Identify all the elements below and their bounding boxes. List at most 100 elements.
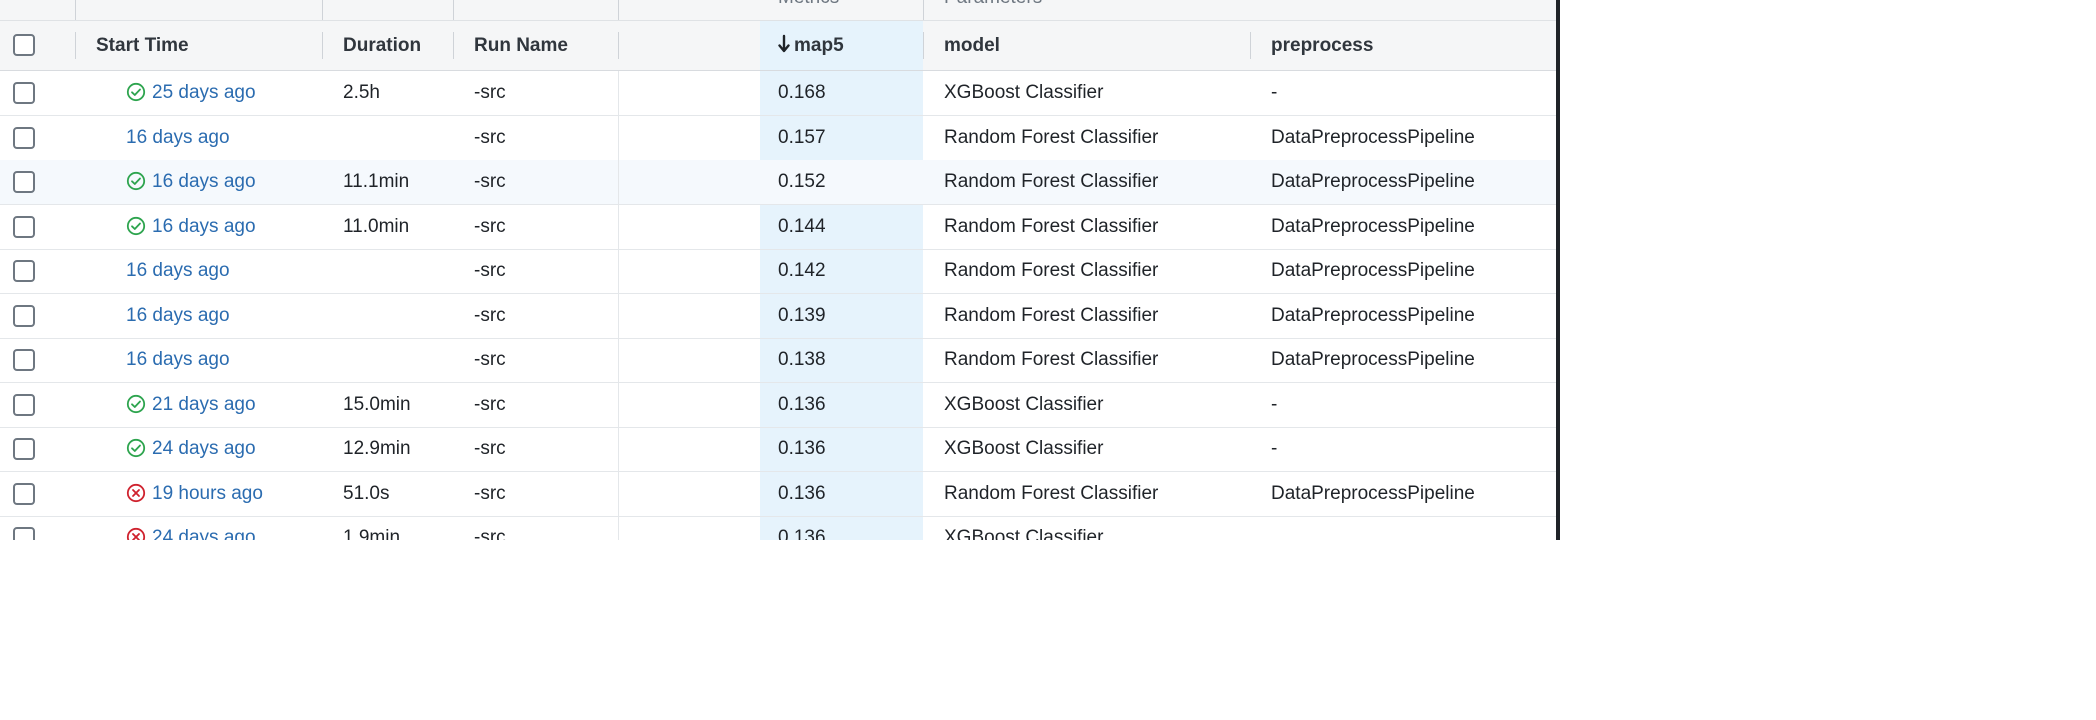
table-row[interactable]: 21 days ago 15.0min -src 0.136 XGBoost Class… [0,383,1556,428]
table-row[interactable]: 19 hours ago 51.0s -src 0.136 Random Forest … [0,472,1556,517]
start-time-text: 16 days ago [126,349,230,370]
map5-cell: 0.157 [778,126,826,148]
run-name-cell[interactable]: -src [474,472,506,516]
table-row[interactable]: 24 days ago 1.9min -src 0.136 XGBoost Classi… [0,516,1556,540]
runs-table: Metrics Parameters Start Time Duration R… [0,0,1560,540]
run-name-cell[interactable]: -src [474,249,506,293]
table-row[interactable]: 24 days ago 12.9min -src 0.136 XGBoost Class… [0,427,1556,472]
preprocess-cell: DataPreprocessPipeline [1271,349,1475,370]
column-header-run-name[interactable]: Run Name [474,21,568,70]
table-row[interactable]: 16 days ago -src 0.138 Random Forest Classi… [0,338,1556,383]
start-time-text: 16 days ago [126,260,230,281]
row-select-checkbox[interactable] [13,349,35,371]
map5-cell: 0.136 [778,393,826,415]
preprocess-cell: - [1271,82,1278,103]
column-resize-handle[interactable] [923,32,924,59]
map5-cell: 0.144 [778,215,826,237]
start-time-text: 24 days ago [152,527,256,540]
column-header-start-time[interactable]: Start Time [96,21,189,70]
column-divider [618,0,619,20]
start-time-text: 25 days ago [152,82,256,103]
start-time-link[interactable]: 16 days ago [126,205,256,249]
run-name-cell[interactable]: -src [474,383,506,427]
model-cell: Random Forest Classifier [944,349,1159,370]
row-select-checkbox[interactable] [13,82,35,104]
table-row[interactable]: 16 days ago -src 0.139 Random Forest Classi… [0,294,1556,339]
parameters-group-label: Parameters [944,0,1042,9]
x-circle-icon [126,476,146,502]
row-select-checkbox[interactable] [13,304,35,327]
column-divider [322,0,323,20]
table-row[interactable]: 16 days ago 11.0min -src 0.144 Random Forest… [0,205,1556,250]
start-time-link[interactable]: 16 days ago [126,249,230,293]
check-circle-icon [126,431,146,458]
duration-cell: 11.0min [343,215,410,237]
preprocess-cell: DataPreprocessPipeline [1271,304,1475,326]
table-row[interactable]: 16 days ago -src 0.142 Random Forest Classi… [0,249,1556,294]
preprocess-cell: DataPreprocessPipeline [1271,171,1475,192]
run-name-cell[interactable]: -src [474,71,506,115]
row-select-checkbox[interactable] [13,126,35,149]
select-all-checkbox[interactable] [13,34,35,56]
row-select-checkbox[interactable] [13,260,35,282]
column-divider [923,0,924,20]
check-circle-icon [126,164,146,191]
duration-cell: 15.0min [343,393,411,415]
duration-cell: 11.1min [343,171,410,192]
start-time-text: 16 days ago [126,126,230,148]
column-header-duration[interactable]: Duration [343,21,421,70]
start-time-text: 24 days ago [152,438,256,459]
column-divider [75,0,76,20]
preprocess-cell: DataPreprocessPipeline [1271,260,1475,281]
table-header: Start Time Duration Run Name map5 model … [0,21,1556,71]
run-name-cell[interactable]: -src [474,160,506,204]
arrow-down-icon [778,24,790,73]
run-name-cell[interactable]: -src [474,205,506,249]
row-select-checkbox[interactable] [13,171,35,193]
run-name-cell[interactable]: -src [474,427,506,471]
check-circle-icon [126,209,146,235]
map5-cell: 0.138 [778,349,826,370]
row-select-checkbox[interactable] [13,438,35,460]
preprocess-cell: - [1271,393,1278,415]
start-time-link[interactable]: 25 days ago [126,71,256,115]
column-resize-handle[interactable] [1250,32,1251,59]
start-time-link[interactable]: 16 days ago [126,160,256,204]
column-resize-handle[interactable] [75,32,76,59]
start-time-link[interactable]: 16 days ago [126,294,230,338]
start-time-link[interactable]: 16 days ago [126,338,230,382]
column-header-model[interactable]: model [944,21,1000,70]
start-time-link[interactable]: 24 days ago [126,427,256,471]
start-time-text: 16 days ago [152,215,256,237]
column-resize-handle[interactable] [322,32,323,59]
start-time-link[interactable]: 16 days ago [126,116,230,160]
model-cell: XGBoost Classifier [944,393,1104,415]
x-circle-icon [126,520,146,540]
run-name-cell[interactable]: -src [474,516,506,540]
run-name-cell[interactable]: -src [474,338,506,382]
start-time-link[interactable]: 21 days ago [126,383,256,427]
table-row[interactable]: 25 days ago 2.5h -src 0.168 XGBoost Classifi… [0,71,1556,116]
table-row[interactable]: 16 days ago -src 0.157 Random Forest Classi… [0,116,1556,161]
column-header-map5[interactable]: map5 [760,21,923,70]
model-cell: Random Forest Classifier [944,171,1159,192]
run-name-cell[interactable]: -src [474,116,506,160]
start-time-link[interactable]: 24 days ago [126,516,256,540]
row-select-checkbox[interactable] [13,482,35,505]
row-select-checkbox[interactable] [13,215,35,238]
row-select-checkbox[interactable] [13,393,35,416]
duration-cell: 12.9min [343,438,411,459]
map5-cell: 0.136 [778,438,826,459]
preprocess-cell: DataPreprocessPipeline [1271,215,1475,237]
start-time-link[interactable]: 19 hours ago [126,472,263,516]
map5-cell: 0.152 [778,171,826,192]
row-select-checkbox[interactable] [13,527,35,540]
model-cell: Random Forest Classifier [944,482,1159,504]
column-resize-handle[interactable] [453,32,454,59]
column-header-preprocess[interactable]: preprocess [1271,21,1373,70]
model-cell: XGBoost Classifier [944,82,1104,103]
model-cell: XGBoost Classifier [944,527,1104,540]
table-row[interactable]: 16 days ago 11.1min -src 0.152 Random Forest… [0,160,1556,205]
column-resize-handle[interactable] [618,32,619,59]
run-name-cell[interactable]: -src [474,294,506,338]
